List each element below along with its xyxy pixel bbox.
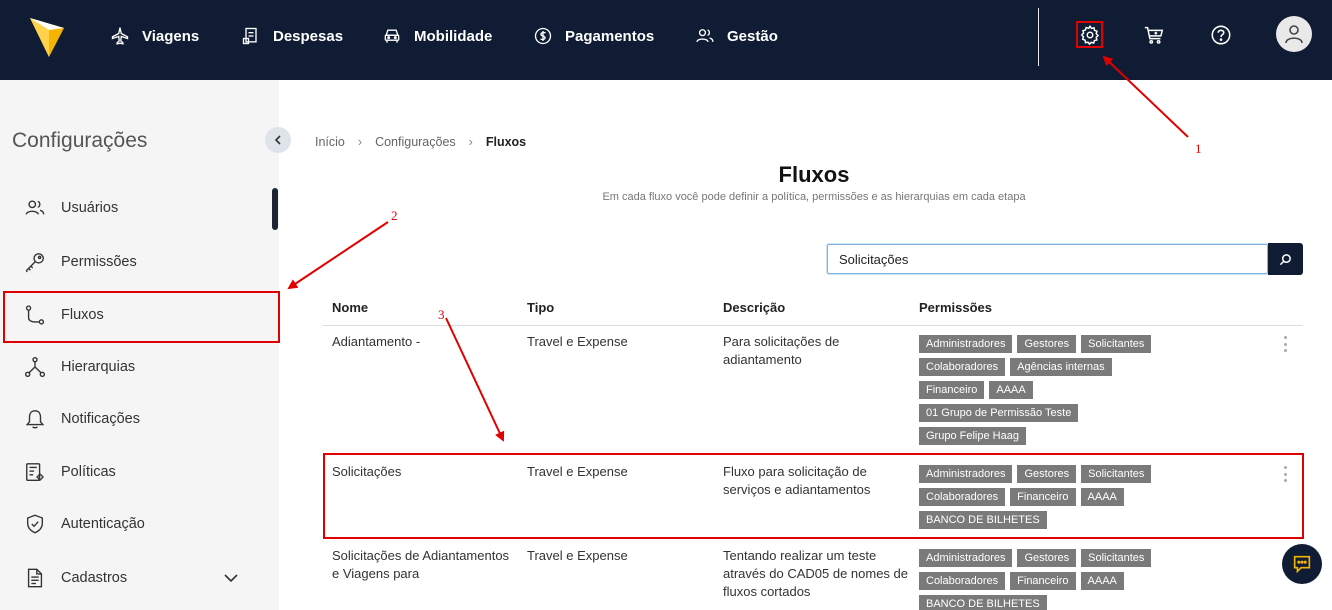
shield-icon [26,514,44,534]
sidebar-item-label: Cadastros [61,570,128,586]
chat-icon [1293,555,1311,574]
chat-support-button[interactable] [1282,544,1322,584]
nav-despesas[interactable]: Despesas [241,24,343,48]
sidebar-item-hierarquias[interactable]: Hierarquias [24,354,135,380]
nav-label: Mobilidade [414,27,493,45]
breadcrumb-current: Fluxos [485,135,527,149]
policy-icon [26,463,44,481]
chevron-down-icon[interactable] [222,569,240,587]
user-avatar-button[interactable] [1276,16,1312,52]
page-subtitle: Em cada fluxo você pode definir a políti… [602,191,1026,203]
column-header-descricao[interactable]: Descrição [723,300,785,315]
nav-gestao[interactable]: Gestão [695,24,778,48]
bell-icon [25,410,45,429]
annotation-highlight-row-solicitacoes [323,453,1304,539]
permission-tag: Financeiro [1010,572,1076,590]
permission-tag: AAAA [1080,572,1124,590]
row-3-descricao: Tentando realizar um teste através do CA… [723,548,908,599]
logo-icon[interactable] [30,15,64,57]
permission-tag: Colaboradores [919,358,1006,376]
row-3-nome[interactable]: Solicitações de Adiantamentos e Viagens … [332,547,512,583]
sidebar-item-notificacoes[interactable]: Notificações [24,406,140,432]
sidebar: Configurações Usuários Permissões Fluxos… [0,80,280,610]
row-1-nome[interactable]: Adiantamento - [332,333,512,351]
row-3-permissoes: Administradores Gestores Solicitantes Co… [919,549,1179,610]
nav-label: Despesas [273,27,344,45]
permission-tag: Solicitantes [1081,549,1152,567]
permission-tag: Solicitantes [1081,335,1152,353]
breadcrumb-configuracoes[interactable]: Configurações [375,135,456,149]
sidebar-item-label: Notificações [61,411,140,427]
annotation-highlight-settings [1076,21,1103,48]
help-icon [1211,25,1231,45]
top-navigation-bar: Viagens Despesas Mobilidade Pagamentos G… [0,0,1332,80]
permission-tag: AAAA [989,381,1033,399]
annotation-highlight-fluxos [3,291,280,343]
permission-tag: Gestores [1017,335,1077,353]
hierarchy-icon [24,356,46,378]
table-header-divider [323,325,1303,326]
plane-icon [111,27,129,45]
sidebar-item-permissoes[interactable]: Permissões [24,249,137,275]
nav-pagamentos[interactable]: Pagamentos [533,24,654,48]
row-1-permissoes: Administradores Gestores Solicitantes Co… [919,335,1179,445]
receipt-icon [242,27,257,45]
breadcrumb-inicio[interactable]: Início [315,135,345,149]
search-icon [1279,253,1291,265]
search-input[interactable] [827,244,1268,274]
nav-label: Gestão [727,27,778,45]
permission-tag: Gestores [1017,549,1077,567]
permission-tag: Administradores [919,549,1013,567]
sidebar-item-autenticacao[interactable]: Autenticação [24,511,145,537]
sidebar-item-label: Políticas [61,464,116,480]
permission-tag: Colaboradores [919,572,1006,590]
annotation-number-2: 2 [391,208,398,223]
breadcrumb-separator-icon: › [468,135,473,149]
nav-label: Viagens [142,27,200,45]
search-button[interactable] [1268,243,1303,275]
permission-tag: Financeiro [919,381,985,399]
breadcrumb-separator-icon: › [357,135,363,149]
column-header-permissoes[interactable]: Permissões [919,300,992,315]
row-1-menu-icon[interactable] [1281,336,1289,352]
row-3-tipo: Travel e Expense [527,548,628,563]
permission-tag: Grupo Felipe Haag [919,427,1026,445]
column-header-tipo[interactable]: Tipo [527,300,554,315]
annotation-arrow-2 [287,221,389,290]
permission-tag: 01 Grupo de Permissão Teste [919,404,1079,422]
nav-viagens[interactable]: Viagens [110,24,199,48]
sidebar-item-label: Autenticação [61,516,145,532]
document-icon [27,568,43,588]
permission-tag: Administradores [919,335,1013,353]
nav-label: Pagamentos [565,27,655,45]
user-icon [1285,25,1303,44]
row-1-descricao: Para solicitações de adiantamento [723,334,840,367]
permission-tag: Agências internas [1010,358,1112,376]
sidebar-item-label: Hierarquias [61,359,136,375]
users-icon [696,29,714,43]
page-title: Fluxos [778,162,850,187]
column-header-nome[interactable]: Nome [332,300,368,315]
sidebar-item-label: Permissões [61,254,137,270]
annotation-number-1: 1 [1195,141,1202,156]
breadcrumb: Início › Configurações › Fluxos [315,135,526,149]
key-icon [26,253,44,273]
car-icon [384,29,400,43]
nav-mobilidade[interactable]: Mobilidade [382,24,492,48]
cart-icon [1144,26,1164,44]
cart-button[interactable] [1141,22,1167,48]
annotation-number-3: 3 [438,307,445,322]
help-button[interactable] [1208,22,1234,48]
sidebar-title: Configurações [12,129,148,152]
topbar-divider [1038,8,1039,66]
sidebar-collapse-button[interactable] [265,127,291,153]
row-1-tipo: Travel e Expense [527,334,628,349]
sidebar-item-cadastros[interactable]: Cadastros [24,565,127,591]
dollar-icon [534,27,552,45]
chevron-left-icon [274,135,281,145]
permission-tag: BANCO DE BILHETES [919,595,1047,610]
sidebar-item-politicas[interactable]: Políticas [24,459,116,485]
